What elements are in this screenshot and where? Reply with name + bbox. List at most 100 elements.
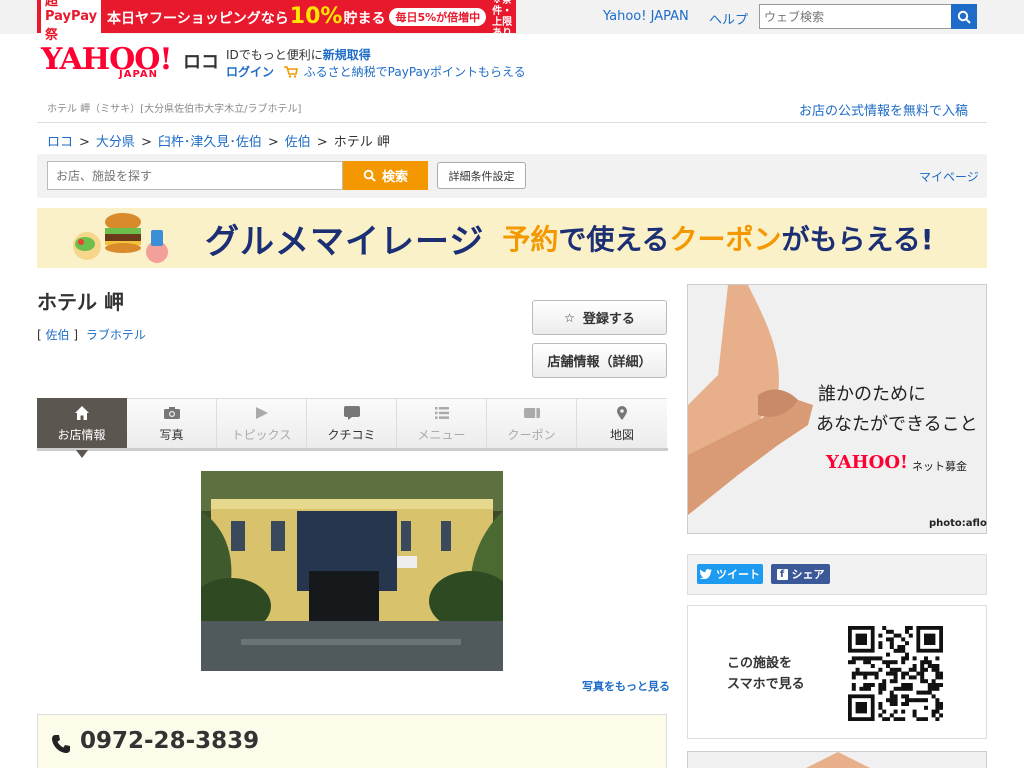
breadcrumb-item-oita[interactable]: 大分県 [96,135,135,150]
tab-label: 写真 [159,427,184,442]
phone-number[interactable]: 0972-28-3839 [80,728,259,754]
breadcrumb-sep: > [140,135,152,150]
gourmet-mileage-banner[interactable]: グルメマイレージ 予約で使えるクーポンがもらえる! [37,208,987,268]
promo-text-post: 貯まる [343,11,386,27]
search-icon [957,10,971,24]
flag-icon [254,405,270,421]
facebook-share-button[interactable]: f シェア [771,564,830,584]
service-name[interactable]: ロコ [183,48,219,74]
promo-text: 本日ヤフーショッピングなら10%貯まる [107,4,385,29]
ad-yahoo-logo: YAHOO! [826,452,908,473]
charity-ad[interactable] [687,284,987,534]
tab-label: クチコミ [327,427,376,442]
breadcrumb-item-saiki[interactable]: 佐伯 [285,135,311,150]
help-link[interactable]: ヘルプ [709,9,748,28]
qr-text-line1: この施設を [727,656,793,671]
home-icon [74,405,90,421]
mypage-link[interactable]: マイページ [919,168,979,185]
tab-reviews[interactable]: クチコミ [307,398,397,448]
promo-note-line1: ※条件・ [492,0,513,17]
tab-menu[interactable]: メニュー [397,398,487,448]
burger-illustration [65,208,175,268]
login-row: ログイン ふるさと納税でPayPayポイントもらえる [226,63,526,81]
signup-link[interactable]: 新規取得 [323,48,371,62]
twitter-icon [700,569,712,579]
tab-map[interactable]: 地図 [577,398,667,448]
banner-text-end: がもらえる! [781,223,934,256]
login-link[interactable]: ログイン [226,65,274,79]
promo-note: ※条件・ 上限あり [492,0,516,39]
breadcrumb: ロコ > 大分県 > 臼杵･津久見･佐伯 > 佐伯 > ホテル 岬 [47,131,390,150]
breadcrumb-sep: > [267,135,279,150]
web-search-button[interactable] [951,4,977,29]
promo-logo: 超PayPay祭 [41,0,102,45]
facebook-share-label: シェア [791,568,825,581]
tab-label: トピックス [231,427,292,442]
place-search-input[interactable] [47,161,343,190]
page-title: ホテル 岬 [37,290,124,314]
search-icon [363,169,376,182]
place-search-button[interactable]: 検索 [343,161,428,190]
list-icon [434,405,450,421]
register-button-label: 登録する [582,312,635,327]
ad-text-line2: あなたができること [816,414,978,435]
breadcrumb-sep: > [316,135,328,150]
banner-text-yoyaku: 予約 [502,223,559,256]
camera-icon [163,405,181,421]
tab-topics[interactable]: トピックス [217,398,307,448]
breadcrumb-item-loco[interactable]: ロコ [47,135,73,150]
promo-note-line2: 上限あり [492,16,513,39]
star-icon: ☆ [564,310,575,325]
tag-bracket-close: ] [73,328,79,342]
ticket-icon [523,405,541,421]
phone-icon [50,733,72,758]
yahoo-logo[interactable]: YAHOO! JAPAN [41,45,173,81]
hotel-photo[interactable] [201,471,503,671]
category-link[interactable]: ラブホテル [86,328,146,342]
secondary-ad[interactable] [687,751,987,768]
facebook-icon: f [776,568,788,580]
qr-text-line2: スマホで見る [727,677,805,692]
promo-percent: 10% [289,4,343,29]
breadcrumb-item-area[interactable]: 臼杵･津久見･佐伯 [158,135,262,150]
yahoo-logo-sub: JAPAN [119,69,158,80]
banner-title: グルメマイレージ [205,221,485,262]
tag-bracket-open: [ [37,328,42,342]
free-listing-link[interactable]: お店の公式情報を無料で入稿 [799,100,968,119]
tab-coupons[interactable]: クーポン [487,398,577,448]
hotel-tags: [ 佐伯 ] ラブホテル [37,326,146,343]
promo-text-pre: 本日ヤフーショッピングなら [107,11,289,27]
furusato-link[interactable]: ふるさと納税でPayPayポイントもらえる [304,65,526,79]
ad-fund-label: ネット募金 [912,460,967,473]
promo-pill: 毎日5%が倍増中 [389,7,487,26]
cart-icon [283,66,298,81]
promo-banner[interactable]: 超PayPay祭 本日ヤフーショッピングなら10%貯まる 毎日5%が倍増中 ※条… [37,0,516,45]
tweet-label: ツイート [716,568,760,581]
detail-conditions-button[interactable]: 詳細条件設定 [437,162,526,189]
tweet-button[interactable]: ツイート [697,564,763,584]
banner-subtitle: 予約で使えるクーポンがもらえる! [502,218,933,258]
ad-text-line1: 誰かのために [818,384,926,405]
banner-text-de: で使える [558,223,670,256]
qr-code [848,626,944,724]
signup-prompt-text: IDでもっと便利に [226,48,323,62]
register-button[interactable]: ☆ 登録する [532,300,667,335]
tab-label: お店情報 [57,427,106,442]
page-subtitle: ホテル 岬（ミサキ）[大分県佐伯市大字木立/ラブホテル] [47,104,302,115]
store-info-button[interactable]: 店舗情報（詳細） [532,343,667,378]
tab-label: 地図 [609,427,634,442]
tab-photos[interactable]: 写真 [127,398,217,448]
map-pin-icon [616,405,628,421]
tab-shop-info[interactable]: お店情報 [37,398,127,458]
yahoo-japan-link[interactable]: Yahoo! JAPAN [603,9,689,24]
more-photos-link[interactable]: 写真をもっと見る [582,678,670,694]
place-search-button-label: 検索 [381,170,408,185]
speech-bubble-icon [343,405,361,421]
area-link[interactable]: 佐伯 [46,328,70,342]
tab-label: メニュー [417,427,466,442]
banner-text-coupon: クーポン [669,223,782,256]
breadcrumb-sep: > [79,135,90,150]
divider [37,122,987,123]
web-search-input[interactable] [759,4,952,29]
signup-prompt: IDでもっと便利に新規取得 [226,46,371,63]
